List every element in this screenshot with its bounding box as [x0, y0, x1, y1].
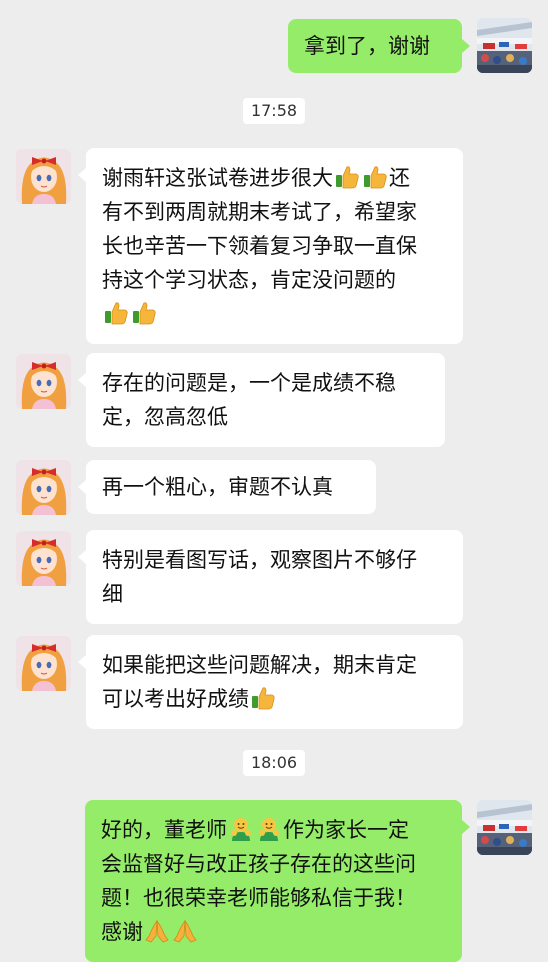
message-text: 特别是看图写话，观察图片不够仔 — [102, 548, 417, 572]
message-bubble[interactable]: 如果能把这些问题解决，期末肯定 可以考出好成绩 — [78, 635, 463, 729]
hug-icon — [256, 816, 282, 842]
teacher-avatar-image — [16, 460, 71, 515]
message-text: 可以考出好成绩 — [102, 687, 249, 711]
parent-avatar[interactable] — [477, 800, 532, 855]
message-text: 谢雨轩这张试卷进步很大 — [102, 166, 333, 190]
pray-icon — [172, 918, 198, 944]
thumbs-up-icon — [131, 300, 157, 326]
message-text: 再一个粗心，审题不认真 — [102, 475, 333, 499]
hug-icon — [228, 816, 254, 842]
parent-avatar[interactable] — [477, 18, 532, 73]
message-text: 定，忽高忽低 — [102, 405, 228, 429]
message-bubble[interactable]: 好的，董老师 作为家长一定 会监督好与改正孩子存在的这些问 题！也很荣幸老师能够私… — [85, 800, 470, 962]
message-bubble[interactable]: 拿到了，谢谢 — [288, 19, 470, 73]
message-text: 长也辛苦一下领着复习争取一直保 — [102, 234, 417, 258]
message-text: 有不到两周就期末考试了，希望家 — [102, 200, 417, 224]
message-text: 如果能把这些问题解决，期末肯定 — [102, 653, 417, 677]
message-text: 好的，董老师 — [101, 818, 227, 842]
timestamp: 17:58 — [242, 98, 306, 124]
teacher-avatar-image — [16, 149, 71, 204]
thumbs-up-icon — [362, 164, 388, 190]
message-bubble[interactable]: 存在的问题是，一个是成绩不稳 定，忽高忽低 — [78, 353, 445, 447]
message-text: 存在的问题是，一个是成绩不稳 — [102, 371, 396, 395]
teacher-avatar[interactable] — [16, 460, 71, 515]
message-text: 细 — [102, 582, 123, 606]
parent-avatar-image — [477, 18, 532, 73]
message-text: 作为家长一定 — [283, 818, 409, 842]
teacher-avatar[interactable] — [16, 636, 71, 691]
message-text: 会监督好与改正孩子存在的这些问 — [101, 852, 416, 876]
teacher-avatar-image — [16, 531, 71, 586]
message-text: 感谢 — [101, 920, 143, 944]
teacher-avatar[interactable] — [16, 354, 71, 409]
thumbs-up-icon — [250, 685, 276, 711]
thumbs-up-icon — [103, 300, 129, 326]
message-text: 还 — [389, 166, 410, 190]
teacher-avatar-image — [16, 636, 71, 691]
parent-avatar-image — [477, 800, 532, 855]
message-bubble[interactable]: 谢雨轩这张试卷进步很大 还 有不到两周就期末考试了，希望家 长也辛苦一下领着复习争… — [78, 148, 463, 344]
message-bubble[interactable]: 特别是看图写话，观察图片不够仔 细 — [78, 530, 463, 624]
teacher-avatar[interactable] — [16, 531, 71, 586]
message-text: 拿到了，谢谢 — [304, 34, 430, 58]
message-text: 持这个学习状态，肯定没问题的 — [102, 268, 396, 292]
teacher-avatar-image — [16, 354, 71, 409]
message-text: 题！也很荣幸老师能够私信于我！ — [101, 886, 416, 910]
message-bubble[interactable]: 再一个粗心，审题不认真 — [78, 460, 376, 514]
pray-icon — [144, 918, 170, 944]
thumbs-up-icon — [334, 164, 360, 190]
timestamp: 18:06 — [242, 750, 306, 776]
teacher-avatar[interactable] — [16, 149, 71, 204]
